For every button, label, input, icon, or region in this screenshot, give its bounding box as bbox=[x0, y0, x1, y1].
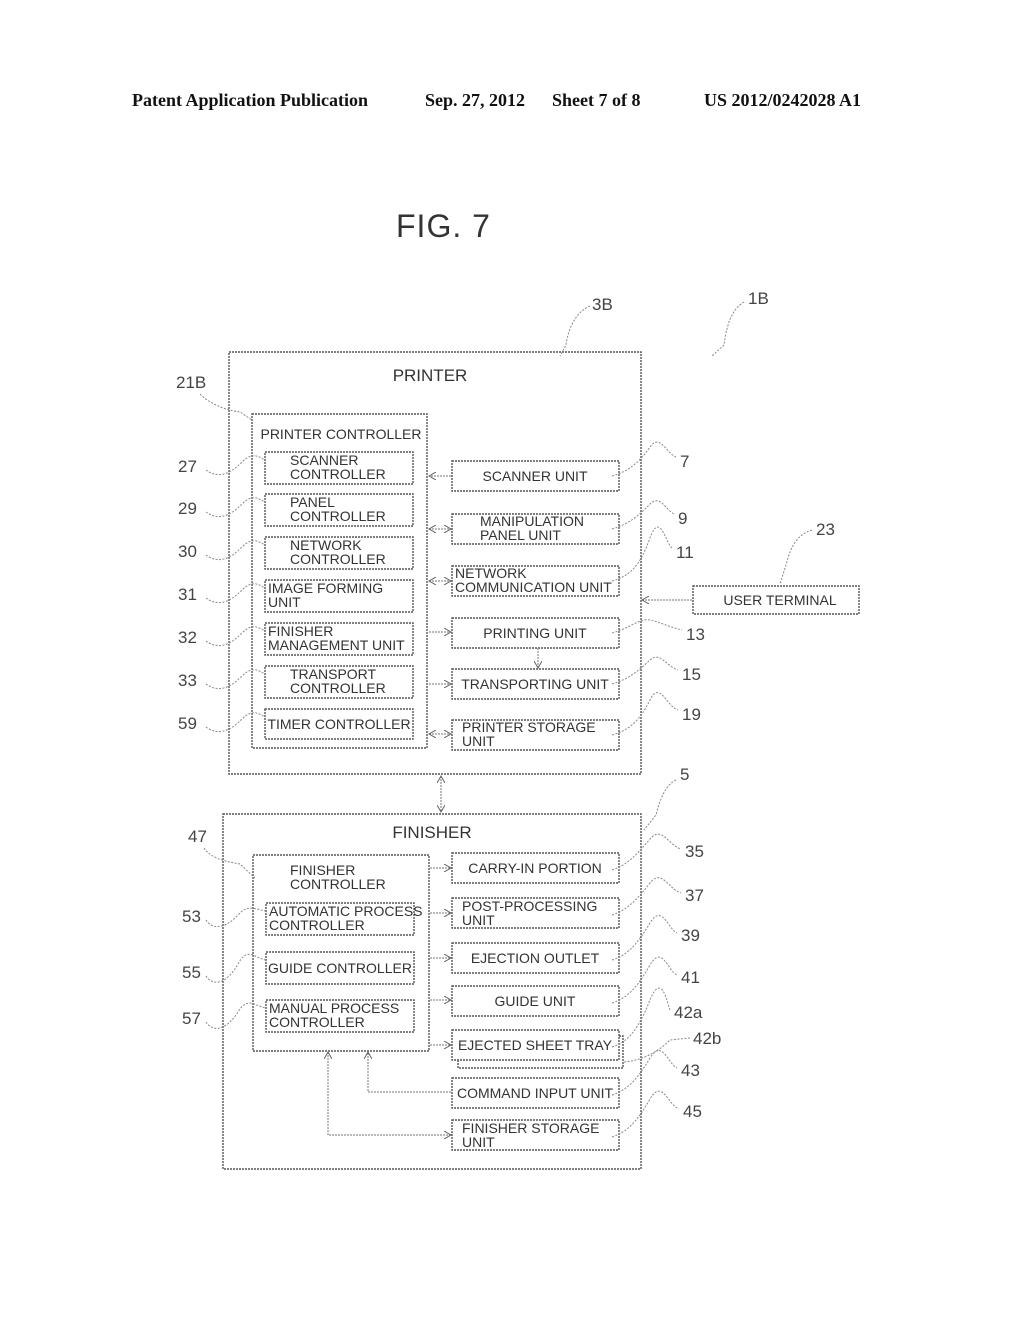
printer-ref: 3B bbox=[592, 295, 613, 314]
post-processing-unit-leader bbox=[611, 877, 682, 916]
user-terminal-label: USER TERMINAL bbox=[723, 592, 837, 608]
guide-unit-label: GUIDE UNIT bbox=[495, 993, 576, 1009]
manual-process-controller-ref: 57 bbox=[182, 1009, 201, 1028]
finisher-management-unit-leader bbox=[205, 626, 266, 646]
finisher-management-unit-ref: 32 bbox=[178, 628, 197, 647]
finisher-leader bbox=[643, 779, 677, 831]
manipulation-panel-unit-label: MANIPULATION PANEL UNIT bbox=[480, 513, 584, 543]
ejection-outlet-ref: 39 bbox=[681, 926, 700, 945]
network-communication-unit-leader bbox=[611, 526, 673, 582]
network-controller-leader bbox=[205, 540, 266, 560]
image-forming-unit-leader bbox=[205, 583, 266, 603]
finisher-ref: 5 bbox=[680, 765, 689, 784]
system-leader bbox=[711, 301, 745, 357]
panel-controller-ref: 29 bbox=[178, 499, 197, 518]
block-diagram: PRINTER PRINTER CONTROLLER SCANNER CONTROLL… bbox=[176, 289, 860, 1170]
automatic-process-controller-ref: 53 bbox=[182, 907, 201, 926]
post-processing-unit-label: POST-PROCESSING UNIT bbox=[462, 898, 597, 928]
carry-in-portion-ref: 35 bbox=[685, 842, 704, 861]
printer-storage-unit-ref: 19 bbox=[682, 705, 701, 724]
guide-controller-leader bbox=[205, 953, 267, 983]
automatic-process-controller-leader bbox=[205, 907, 267, 928]
network-controller-label: NETWORK CONTROLLER bbox=[290, 537, 386, 567]
arrow-controller-storage-bidir bbox=[328, 1052, 451, 1135]
manual-process-controller-label: MANUAL PROCESS CONTROLLER bbox=[269, 1000, 399, 1030]
finisher-controller-leader bbox=[203, 847, 256, 879]
printer-storage-unit-leader bbox=[611, 692, 679, 736]
printing-unit-label: PRINTING UNIT bbox=[483, 625, 587, 641]
finisher-management-unit-label: FINISHER MANAGEMENT UNIT bbox=[268, 623, 405, 653]
finisher-storage-unit-ref: 45 bbox=[683, 1102, 702, 1121]
command-input-unit-leader bbox=[611, 1050, 678, 1096]
ejection-outlet-label: EJECTION OUTLET bbox=[471, 950, 600, 966]
ejected-sheet-tray-ref: 42a bbox=[674, 1003, 703, 1022]
guide-controller-ref: 55 bbox=[182, 963, 201, 982]
transporting-unit-label: TRANSPORTING UNIT bbox=[461, 676, 609, 692]
image-forming-unit-label: IMAGE FORMING UNIT bbox=[268, 580, 383, 610]
transport-controller-leader bbox=[205, 669, 266, 689]
finisher-title: FINISHER bbox=[392, 823, 471, 842]
image-forming-unit-ref: 31 bbox=[178, 585, 197, 604]
system-ref: 1B bbox=[748, 289, 769, 308]
printer-title: PRINTER bbox=[393, 366, 468, 385]
manipulation-panel-unit-ref: 9 bbox=[678, 509, 687, 528]
arrow-command-input-to-controller bbox=[368, 1052, 451, 1093]
timer-controller-ref: 59 bbox=[178, 714, 197, 733]
scanner-controller-leader bbox=[205, 455, 266, 475]
printer-controller-ref: 21B bbox=[176, 373, 206, 392]
scanner-unit-leader bbox=[611, 441, 677, 477]
user-terminal-ref: 23 bbox=[816, 520, 835, 539]
ejected-sheet-tray-label: EJECTED SHEET TRAY bbox=[458, 1037, 613, 1053]
guide-unit-leader bbox=[611, 956, 678, 1004]
user-terminal-leader bbox=[779, 529, 813, 585]
finisher-storage-unit-label: FINISHER STORAGE UNIT bbox=[462, 1120, 599, 1150]
ejected-sheet-tray-b-leader bbox=[623, 1037, 691, 1063]
network-communication-unit-label: NETWORK COMMUNICATION UNIT bbox=[455, 565, 612, 595]
finisher-storage-unit-leader bbox=[611, 1090, 680, 1138]
printer-storage-unit-label: PRINTER STORAGE UNIT bbox=[462, 719, 596, 749]
timer-controller-label: TIMER CONTROLLER bbox=[267, 716, 410, 732]
transporting-unit-leader bbox=[611, 656, 679, 685]
printer-controller-leader bbox=[199, 393, 253, 421]
transport-controller-label: TRANSPORT CONTROLLER bbox=[290, 666, 386, 696]
printing-unit-leader bbox=[611, 619, 683, 634]
manipulation-panel-unit-leader bbox=[611, 500, 675, 530]
ejection-outlet-leader bbox=[611, 915, 678, 961]
scanner-controller-ref: 27 bbox=[178, 457, 197, 476]
transport-controller-ref: 33 bbox=[178, 671, 197, 690]
timer-controller-leader bbox=[205, 712, 266, 732]
carry-in-portion-leader bbox=[611, 833, 682, 871]
panel-controller-leader bbox=[205, 497, 266, 517]
automatic-process-controller-label: AUTOMATIC PROCESS CONTROLLER bbox=[269, 903, 423, 933]
network-controller-ref: 30 bbox=[178, 542, 197, 561]
guide-controller-label: GUIDE CONTROLLER bbox=[268, 960, 412, 976]
transporting-unit-ref: 15 bbox=[682, 665, 701, 684]
scanner-unit-ref: 7 bbox=[680, 452, 689, 471]
post-processing-unit-ref: 37 bbox=[685, 886, 704, 905]
network-communication-unit-ref: 11 bbox=[676, 543, 694, 562]
printing-unit-ref: 13 bbox=[686, 625, 705, 644]
carry-in-portion-label: CARRY-IN PORTION bbox=[468, 860, 602, 876]
printer-leader bbox=[559, 305, 591, 357]
panel-controller-label: PANEL CONTROLLER bbox=[290, 494, 386, 524]
ejected-sheet-tray-b-ref: 42b bbox=[693, 1029, 721, 1048]
scanner-unit-label: SCANNER UNIT bbox=[482, 468, 587, 484]
scanner-controller-label: SCANNER CONTROLLER bbox=[290, 452, 386, 482]
finisher-controller-ref: 47 bbox=[188, 827, 207, 846]
command-input-unit-ref: 43 bbox=[681, 1061, 700, 1080]
guide-unit-ref: 41 bbox=[681, 968, 700, 987]
command-input-unit-label: COMMAND INPUT UNIT bbox=[457, 1085, 614, 1101]
manual-process-controller-leader bbox=[205, 1002, 267, 1029]
finisher-controller-title: FINISHER CONTROLLER bbox=[290, 862, 386, 892]
printer-controller-title: PRINTER CONTROLLER bbox=[260, 426, 421, 442]
